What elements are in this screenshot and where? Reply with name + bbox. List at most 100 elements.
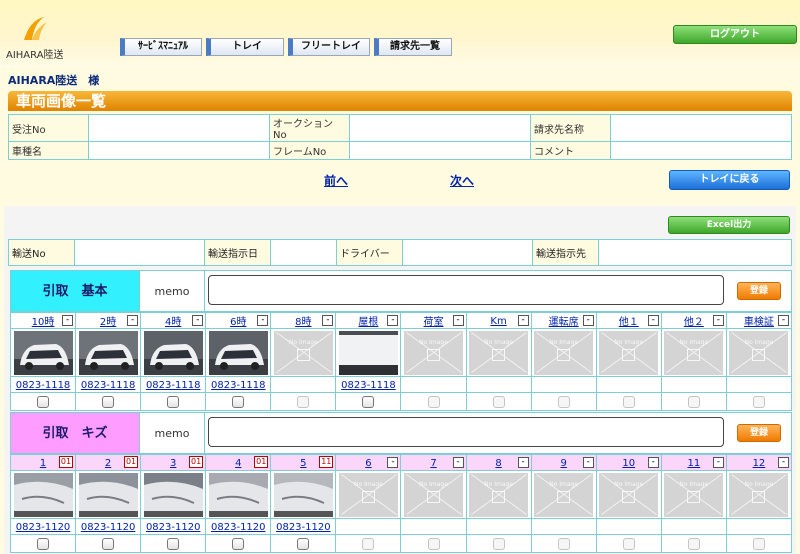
select-checkbox[interactable] [557,396,570,408]
delete-photo-button[interactable]: - [452,457,464,468]
photo-code-link[interactable]: 0823-1120 [146,522,201,533]
photo-slot-link[interactable]: 6 [365,458,371,469]
select-checkbox[interactable] [167,396,180,408]
nav-free-tray[interactable]: フリートレイ [288,38,370,56]
photo-slot-link[interactable]: 8 [495,458,501,469]
photo-slot-link[interactable]: 車検証 [744,317,774,328]
photo-slot-link[interactable]: 10 [622,458,635,469]
photo-slot-link[interactable]: 4 [235,458,241,469]
select-checkbox[interactable] [232,538,245,550]
vehicle-photo[interactable] [78,330,138,375]
delete-photo-button[interactable]: - [192,315,204,326]
select-checkbox[interactable] [362,396,375,408]
select-checkbox[interactable] [297,538,310,550]
photo-code-link[interactable]: 0823-1120 [211,522,266,533]
back-to-tray-button[interactable]: トレイに戻る [669,170,790,190]
photo-slot-link[interactable]: 他２ [684,317,704,328]
photo-slot-link[interactable]: 5 [300,458,306,469]
photo-slot-link[interactable]: 4時 [165,317,181,328]
memo-input[interactable] [208,275,724,305]
photo-slot-link[interactable]: Km [490,316,506,327]
photo-code-link[interactable]: 0823-1120 [16,522,71,533]
photo-slot-link[interactable]: 6時 [230,317,246,328]
vehicle-photo[interactable] [13,472,73,517]
delete-photo-button[interactable]: - [517,315,529,326]
prev-link[interactable]: 前へ [324,172,348,189]
delete-photo-button[interactable]: - [582,457,594,468]
select-checkbox[interactable] [362,538,375,550]
select-checkbox[interactable] [687,396,700,408]
photo-slot-link[interactable]: 12 [753,458,766,469]
select-checkbox[interactable] [557,538,570,550]
vehicle-photo[interactable] [143,330,203,375]
vehicle-photo[interactable] [273,472,333,517]
delete-photo-button[interactable]: - [712,457,724,468]
photo-slot-link[interactable]: 10時 [32,317,55,328]
delete-photo-button[interactable]: - [257,315,269,326]
vehicle-photo[interactable] [208,472,268,517]
select-checkbox[interactable] [232,396,245,408]
photo-slot-link[interactable]: 7 [430,458,436,469]
vehicle-photo[interactable] [143,472,203,517]
photo-slot-link[interactable]: 9 [560,458,566,469]
nav-billing-list[interactable]: 請求先一覧 [374,38,452,56]
nav-service-manual[interactable]: ｻｰﾋﾞｽﾏﾆｭｱﾙ [120,38,202,56]
select-checkbox[interactable] [297,396,310,408]
photo-code-link[interactable]: 0823-1120 [276,522,331,533]
photo-slot-link[interactable]: 8時 [295,317,311,328]
photo-slot-link[interactable]: 3 [170,458,176,469]
photo-code-link[interactable]: 0823-1120 [81,522,136,533]
vehicle-photo[interactable] [78,472,138,517]
logout-button[interactable]: ログアウト [673,25,797,44]
delete-photo-button[interactable]: - [62,315,74,326]
nav-tray[interactable]: トレイ [206,38,284,56]
select-checkbox[interactable] [427,396,440,408]
delete-photo-button[interactable]: - [387,457,399,468]
photo-code-link[interactable]: 0823-1118 [341,380,396,391]
select-checkbox[interactable] [427,538,440,550]
select-checkbox[interactable] [687,538,700,550]
select-checkbox[interactable] [622,538,635,550]
photo-slot-link[interactable]: 荷室 [424,317,444,328]
delete-photo-button[interactable]: - [647,457,659,468]
register-button[interactable]: 登録 [737,282,781,300]
photo-slot-link[interactable]: 2 [105,458,111,469]
photo-slot-link[interactable]: 2時 [100,317,116,328]
delete-photo-button[interactable]: - [517,457,529,468]
photo-code-link[interactable]: 0823-1118 [16,380,71,391]
memo-input[interactable] [208,417,724,447]
select-checkbox[interactable] [37,396,50,408]
select-checkbox[interactable] [167,538,180,550]
photo-slot-link[interactable]: 1 [40,458,46,469]
delete-photo-button[interactable]: - [127,315,139,326]
delete-photo-button[interactable]: - [778,457,789,468]
vehicle-photo[interactable] [13,330,73,375]
photo-slot-link[interactable]: 他１ [619,317,639,328]
vehicle-photo[interactable] [338,330,398,375]
delete-photo-button[interactable]: - [647,315,659,326]
select-checkbox[interactable] [622,396,635,408]
select-checkbox[interactable] [752,396,765,408]
select-checkbox[interactable] [102,396,115,408]
vehicle-photo[interactable] [208,330,268,375]
photo-slot-link[interactable]: 運転席 [549,317,579,328]
excel-export-button[interactable]: Excel出力 [668,216,790,234]
photo-slot-link[interactable]: 11 [687,458,700,469]
delete-photo-button[interactable]: - [322,315,334,326]
delete-photo-button[interactable]: - [452,315,464,326]
photo-code-link[interactable]: 0823-1118 [211,380,266,391]
delete-photo-button[interactable]: - [778,315,789,326]
next-link[interactable]: 次へ [450,172,474,189]
photo-code-link[interactable]: 0823-1118 [81,380,136,391]
delete-photo-button[interactable]: - [387,315,399,326]
select-checkbox[interactable] [102,538,115,550]
select-checkbox[interactable] [752,538,765,550]
select-checkbox[interactable] [492,538,505,550]
select-checkbox[interactable] [37,538,50,550]
select-checkbox[interactable] [492,396,505,408]
photo-slot-link[interactable]: 屋根 [358,317,378,328]
register-button[interactable]: 登録 [737,424,781,442]
delete-photo-button[interactable]: - [582,315,594,326]
photo-code-link[interactable]: 0823-1118 [146,380,201,391]
delete-photo-button[interactable]: - [712,315,724,326]
